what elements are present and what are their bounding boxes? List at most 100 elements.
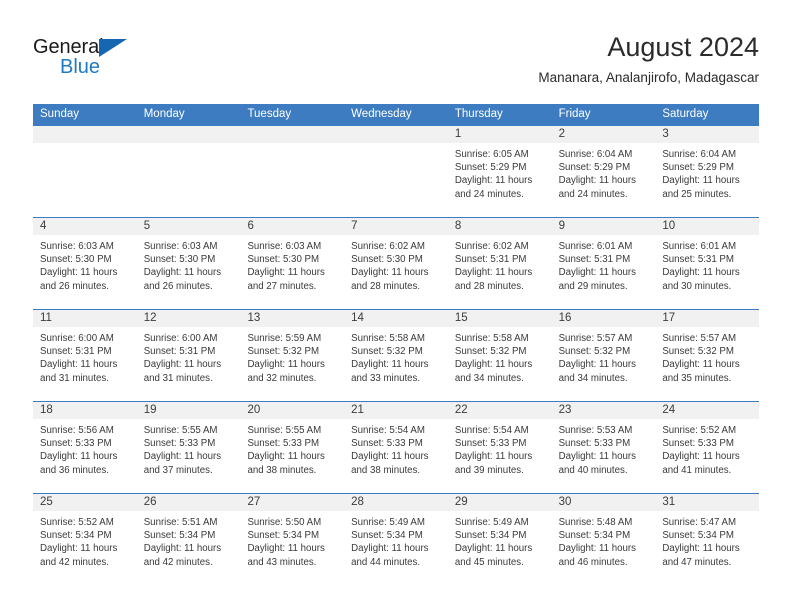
day-number[interactable]: 19 (137, 402, 241, 419)
day-cell[interactable]: Sunrise: 5:49 AM Sunset: 5:34 PM Dayligh… (448, 511, 552, 585)
day-number[interactable]: 24 (655, 402, 759, 419)
day-cell[interactable]: Sunrise: 5:55 AM Sunset: 5:33 PM Dayligh… (240, 419, 344, 493)
day-cell[interactable]: Sunrise: 5:54 AM Sunset: 5:33 PM Dayligh… (448, 419, 552, 493)
day-number[interactable]: 26 (137, 494, 241, 511)
day-cell[interactable] (240, 143, 344, 217)
day-number[interactable]: 31 (655, 494, 759, 511)
day-number[interactable] (240, 126, 344, 143)
day-number[interactable] (137, 126, 241, 143)
day-cell[interactable]: Sunrise: 5:50 AM Sunset: 5:34 PM Dayligh… (240, 511, 344, 585)
day-cell[interactable]: Sunrise: 5:53 AM Sunset: 5:33 PM Dayligh… (552, 419, 656, 493)
day-number[interactable]: 9 (552, 218, 656, 235)
day-number[interactable]: 13 (240, 310, 344, 327)
day-number[interactable]: 15 (448, 310, 552, 327)
day-cell[interactable] (137, 143, 241, 217)
day-number[interactable]: 2 (552, 126, 656, 143)
day-number[interactable]: 27 (240, 494, 344, 511)
day-number[interactable]: 3 (655, 126, 759, 143)
day-number-band: 18 19 20 21 22 23 24 (33, 402, 759, 419)
day-cell[interactable]: Sunrise: 5:58 AM Sunset: 5:32 PM Dayligh… (448, 327, 552, 401)
day-number[interactable]: 14 (344, 310, 448, 327)
day-number-band: 1 2 3 (33, 126, 759, 143)
sunset-text: Sunset: 5:30 PM (143, 254, 216, 266)
day-number[interactable] (33, 126, 137, 143)
day-number[interactable]: 21 (344, 402, 448, 419)
day-cell[interactable]: Sunrise: 6:03 AM Sunset: 5:30 PM Dayligh… (33, 235, 137, 309)
day-number[interactable] (344, 126, 448, 143)
day-cell[interactable]: Sunrise: 5:49 AM Sunset: 5:34 PM Dayligh… (344, 511, 448, 585)
day-cell[interactable] (33, 143, 137, 217)
day-number[interactable]: 30 (552, 494, 656, 511)
sunrise-text: Sunrise: 5:51 AM (143, 517, 218, 528)
day-number[interactable]: 6 (240, 218, 344, 235)
daylight-text: Daylight: 11 hours and 38 minutes. (351, 451, 429, 476)
day-number[interactable]: 29 (448, 494, 552, 511)
weekday-header-sunday: Sunday (40, 108, 80, 120)
day-cell[interactable]: Sunrise: 5:55 AM Sunset: 5:33 PM Dayligh… (137, 419, 241, 493)
sunset-text: Sunset: 5:32 PM (351, 346, 423, 358)
day-number[interactable]: 25 (33, 494, 137, 511)
week-row: 18 19 20 21 22 23 24 Sunrise: 5:56 AM Su… (33, 401, 759, 493)
logo-text-general: General (33, 36, 104, 58)
page-subtitle: Mananara, Analanjirofo, Madagascar (538, 70, 759, 85)
day-cell[interactable]: Sunrise: 5:52 AM Sunset: 5:33 PM Dayligh… (655, 419, 759, 493)
daylight-text: Daylight: 11 hours and 33 minutes. (351, 359, 429, 384)
day-number[interactable]: 18 (33, 402, 137, 419)
sunrise-text: Sunrise: 6:02 AM (351, 241, 425, 252)
day-cell[interactable]: Sunrise: 5:47 AM Sunset: 5:34 PM Dayligh… (655, 511, 759, 585)
daylight-text: Daylight: 11 hours and 31 minutes. (40, 359, 118, 384)
day-number[interactable]: 16 (552, 310, 656, 327)
calendar-page: General Blue August 2024 Mananara, Anala… (0, 0, 792, 612)
day-cell[interactable]: Sunrise: 6:01 AM Sunset: 5:31 PM Dayligh… (552, 235, 656, 309)
day-cell[interactable]: Sunrise: 6:02 AM Sunset: 5:31 PM Dayligh… (448, 235, 552, 309)
day-cell[interactable]: Sunrise: 6:02 AM Sunset: 5:30 PM Dayligh… (344, 235, 448, 309)
day-number[interactable]: 22 (448, 402, 552, 419)
sunrise-text: Sunrise: 5:53 AM (558, 425, 633, 436)
sunset-text: Sunset: 5:32 PM (454, 346, 527, 358)
sunset-text: Sunset: 5:34 PM (662, 530, 734, 542)
day-number[interactable]: 28 (344, 494, 448, 511)
day-number[interactable]: 10 (655, 218, 759, 235)
sunset-text: Sunset: 5:32 PM (247, 346, 320, 358)
day-number[interactable]: 12 (137, 310, 241, 327)
day-cell[interactable]: Sunrise: 5:54 AM Sunset: 5:33 PM Dayligh… (344, 419, 448, 493)
day-cell[interactable]: Sunrise: 6:01 AM Sunset: 5:31 PM Dayligh… (655, 235, 759, 309)
sunrise-text: Sunrise: 6:00 AM (143, 333, 218, 344)
day-cell[interactable]: Sunrise: 6:00 AM Sunset: 5:31 PM Dayligh… (137, 327, 241, 401)
day-number[interactable]: 5 (137, 218, 241, 235)
sunset-text: Sunset: 5:30 PM (351, 254, 423, 266)
day-cell[interactable]: Sunrise: 6:03 AM Sunset: 5:30 PM Dayligh… (240, 235, 344, 309)
sunrise-text: Sunrise: 6:03 AM (247, 241, 322, 252)
logo-text-blue: Blue (60, 56, 101, 78)
day-cell[interactable]: Sunrise: 5:56 AM Sunset: 5:33 PM Dayligh… (33, 419, 137, 493)
daylight-text: Daylight: 11 hours and 24 minutes. (558, 175, 636, 200)
day-number[interactable]: 4 (33, 218, 137, 235)
day-cell[interactable] (344, 143, 448, 217)
day-cell[interactable]: Sunrise: 6:00 AM Sunset: 5:31 PM Dayligh… (33, 327, 137, 401)
daylight-text: Daylight: 11 hours and 46 minutes. (558, 543, 636, 568)
day-cell[interactable]: Sunrise: 5:58 AM Sunset: 5:32 PM Dayligh… (344, 327, 448, 401)
day-number[interactable]: 23 (552, 402, 656, 419)
day-number[interactable]: 11 (33, 310, 137, 327)
daylight-text: Daylight: 11 hours and 47 minutes. (662, 543, 740, 568)
day-number[interactable]: 8 (448, 218, 552, 235)
day-number[interactable]: 20 (240, 402, 344, 419)
day-cell[interactable]: Sunrise: 5:57 AM Sunset: 5:32 PM Dayligh… (552, 327, 656, 401)
day-cell[interactable]: Sunrise: 6:05 AM Sunset: 5:29 PM Dayligh… (448, 143, 552, 217)
day-cell[interactable]: Sunrise: 5:51 AM Sunset: 5:34 PM Dayligh… (137, 511, 241, 585)
day-number[interactable]: 1 (448, 126, 552, 143)
day-cell[interactable]: Sunrise: 5:59 AM Sunset: 5:32 PM Dayligh… (240, 327, 344, 401)
day-cell[interactable]: Sunrise: 5:57 AM Sunset: 5:32 PM Dayligh… (655, 327, 759, 401)
day-number[interactable]: 17 (655, 310, 759, 327)
day-number[interactable]: 7 (344, 218, 448, 235)
daylight-text: Daylight: 11 hours and 34 minutes. (454, 359, 533, 384)
day-cell[interactable]: Sunrise: 6:04 AM Sunset: 5:29 PM Dayligh… (655, 143, 759, 217)
day-cell[interactable]: Sunrise: 6:04 AM Sunset: 5:29 PM Dayligh… (552, 143, 656, 217)
week-row: 1 2 3 Sunrise: 6:05 AM Sunset: 5:29 PM D… (33, 125, 759, 217)
weekday-header-thursday: Thursday (454, 108, 503, 120)
day-cell[interactable]: Sunrise: 5:48 AM Sunset: 5:34 PM Dayligh… (552, 511, 656, 585)
day-cell[interactable]: Sunrise: 5:52 AM Sunset: 5:34 PM Dayligh… (33, 511, 137, 585)
daylight-text: Daylight: 11 hours and 42 minutes. (143, 543, 222, 568)
day-cell[interactable]: Sunrise: 6:03 AM Sunset: 5:30 PM Dayligh… (137, 235, 241, 309)
sunset-text: Sunset: 5:32 PM (558, 346, 631, 358)
